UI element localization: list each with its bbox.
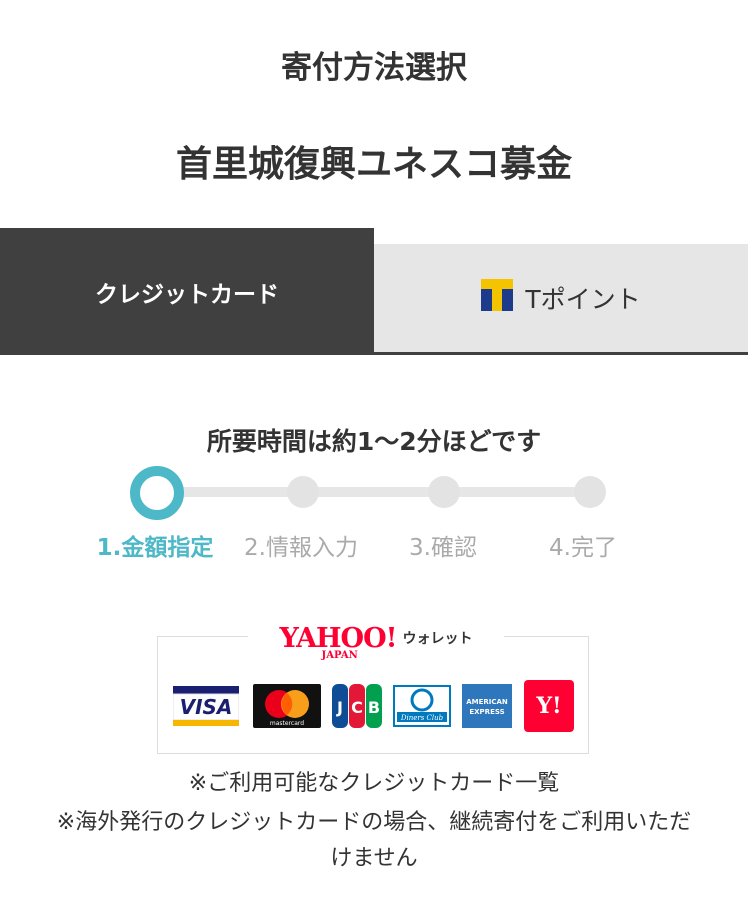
yahoo-wallet-logo: YAHOO! JAPAN ウォレット xyxy=(248,618,504,661)
mastercard-icon: mastercard xyxy=(253,682,321,730)
tab-tpoint[interactable]: Tポイント xyxy=(374,244,748,352)
available-cards-note: ※ご利用可能なクレジットカード一覧 xyxy=(188,771,560,796)
step-2-indicator xyxy=(287,476,319,508)
svg-text:B: B xyxy=(368,698,380,717)
svg-text:EXPRESS: EXPRESS xyxy=(469,708,504,716)
svg-text:AMERICAN: AMERICAN xyxy=(466,698,508,706)
yahoo-logo-text: YAHOO! xyxy=(279,622,398,654)
step-3-indicator xyxy=(428,476,460,508)
visa-icon: VISA xyxy=(173,682,239,730)
campaign-title: 首里城復興ユネスコ募金 xyxy=(175,144,572,185)
progress-track xyxy=(158,487,590,497)
amex-icon: AMERICAN EXPRESS xyxy=(462,682,512,730)
yahoo-logo: YAHOO! JAPAN xyxy=(279,622,398,661)
tpoint-icon xyxy=(481,279,514,317)
step-3-label: 3.確認 xyxy=(409,535,477,561)
step-4-label: 4.完了 xyxy=(549,535,617,561)
step-1-indicator xyxy=(130,466,184,520)
svg-text:Diners Club: Diners Club xyxy=(400,714,444,722)
yahoo-card-icon: Y! xyxy=(523,680,575,732)
yahoo-logo-sub: JAPAN xyxy=(321,649,358,661)
page-heading: 寄付方法選択 xyxy=(281,50,467,86)
diners-club-icon: Diners Club xyxy=(393,682,451,730)
svg-text:VISA: VISA xyxy=(180,695,233,719)
wallet-label: ウォレット xyxy=(402,631,473,647)
svg-text:mastercard: mastercard xyxy=(270,720,304,727)
step-4-indicator xyxy=(574,476,606,508)
step-1-label: 1.金額指定 xyxy=(96,535,214,561)
tab-credit-card-label: クレジットカード xyxy=(95,281,279,308)
overseas-card-note-line2: けません xyxy=(330,846,418,871)
tab-tpoint-label: Tポイント xyxy=(525,285,641,314)
svg-text:Y!: Y! xyxy=(535,693,561,719)
tab-underline xyxy=(0,352,748,355)
step-2-label: 2.情報入力 xyxy=(244,535,358,561)
svg-text:C: C xyxy=(351,698,363,717)
jcb-icon: J C B xyxy=(331,682,383,730)
overseas-card-note-line1: ※海外発行のクレジットカードの場合、継続寄付をご利用いただ xyxy=(56,810,692,835)
time-estimate-note: 所要時間は約1〜2分ほどです xyxy=(206,427,542,456)
tab-credit-card[interactable]: クレジットカード xyxy=(0,228,374,355)
svg-text:J: J xyxy=(336,698,343,717)
